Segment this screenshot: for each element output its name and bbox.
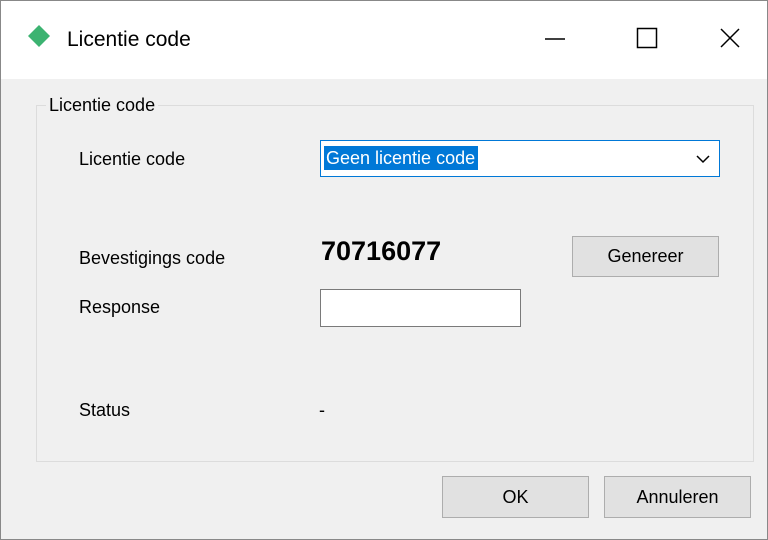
status-value: - (319, 400, 325, 420)
title-bar[interactable]: Licentie code (1, 1, 767, 79)
status-label: Status (79, 400, 131, 420)
license-code-selected-value: Geen licentie code (324, 146, 479, 170)
window-title: Licentie code (67, 28, 191, 51)
license-dialog: Licentie code Licentie code Licentie cod… (0, 0, 768, 540)
cancel-button[interactable]: Annuleren (604, 476, 751, 518)
minimize-icon (545, 38, 565, 40)
maximize-button[interactable] (601, 1, 693, 79)
close-button[interactable] (693, 1, 767, 79)
green-diamond-icon (28, 25, 50, 47)
confirmation-code-value: 70716077 (321, 236, 442, 266)
chevron-down-icon[interactable] (695, 153, 711, 165)
license-code-label: Licentie code (79, 149, 186, 169)
minimize-button[interactable] (509, 1, 601, 79)
close-icon (720, 28, 740, 48)
response-label: Response (79, 297, 161, 317)
license-code-dropdown[interactable]: Geen licentie code (320, 140, 720, 177)
maximize-icon (636, 27, 658, 49)
ok-button[interactable]: OK (442, 476, 589, 518)
confirmation-code-label: Bevestigings code (79, 248, 226, 268)
generate-button[interactable]: Genereer (572, 236, 719, 277)
groupbox-legend: Licentie code (46, 93, 159, 117)
response-input[interactable] (320, 289, 521, 327)
